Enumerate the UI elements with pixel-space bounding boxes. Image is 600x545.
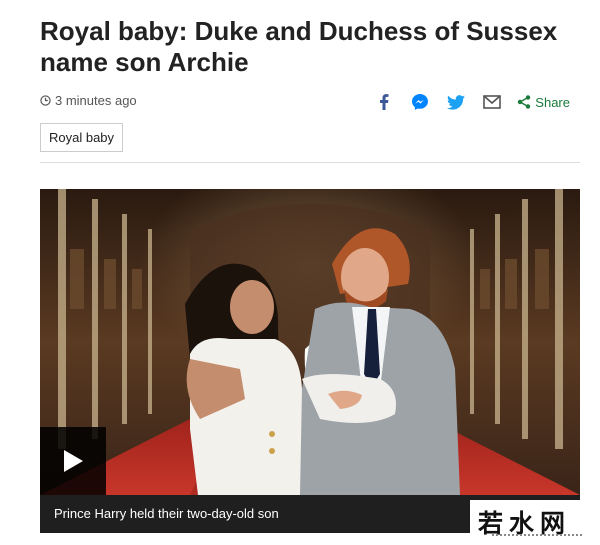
- watermark-underline: [492, 534, 582, 542]
- share-icon: [516, 92, 532, 112]
- video-caption: Prince Harry held their two-day-old son: [54, 506, 279, 521]
- share-tools: Share: [358, 90, 570, 114]
- video-player[interactable]: [40, 189, 580, 495]
- article-meta-row: 3 minutes ago Share: [40, 90, 570, 114]
- play-button[interactable]: [40, 427, 106, 495]
- share-button[interactable]: Share: [516, 92, 570, 112]
- article-headline: Royal baby: Duke and Duchess of Sussex n…: [40, 16, 558, 77]
- share-label: Share: [535, 94, 570, 110]
- clock-icon: [40, 95, 51, 106]
- twitter-icon[interactable]: [446, 92, 466, 112]
- play-icon: [62, 449, 84, 473]
- timestamp: 3 minutes ago: [40, 93, 137, 108]
- divider: [40, 162, 580, 163]
- site-watermark: 若水网: [470, 500, 595, 545]
- facebook-icon[interactable]: [374, 92, 394, 112]
- topic-tag[interactable]: Royal baby: [40, 123, 124, 152]
- video-still: [40, 189, 580, 495]
- messenger-icon[interactable]: [410, 92, 430, 112]
- timestamp-text: 3 minutes ago: [55, 93, 137, 108]
- email-icon[interactable]: [482, 92, 502, 112]
